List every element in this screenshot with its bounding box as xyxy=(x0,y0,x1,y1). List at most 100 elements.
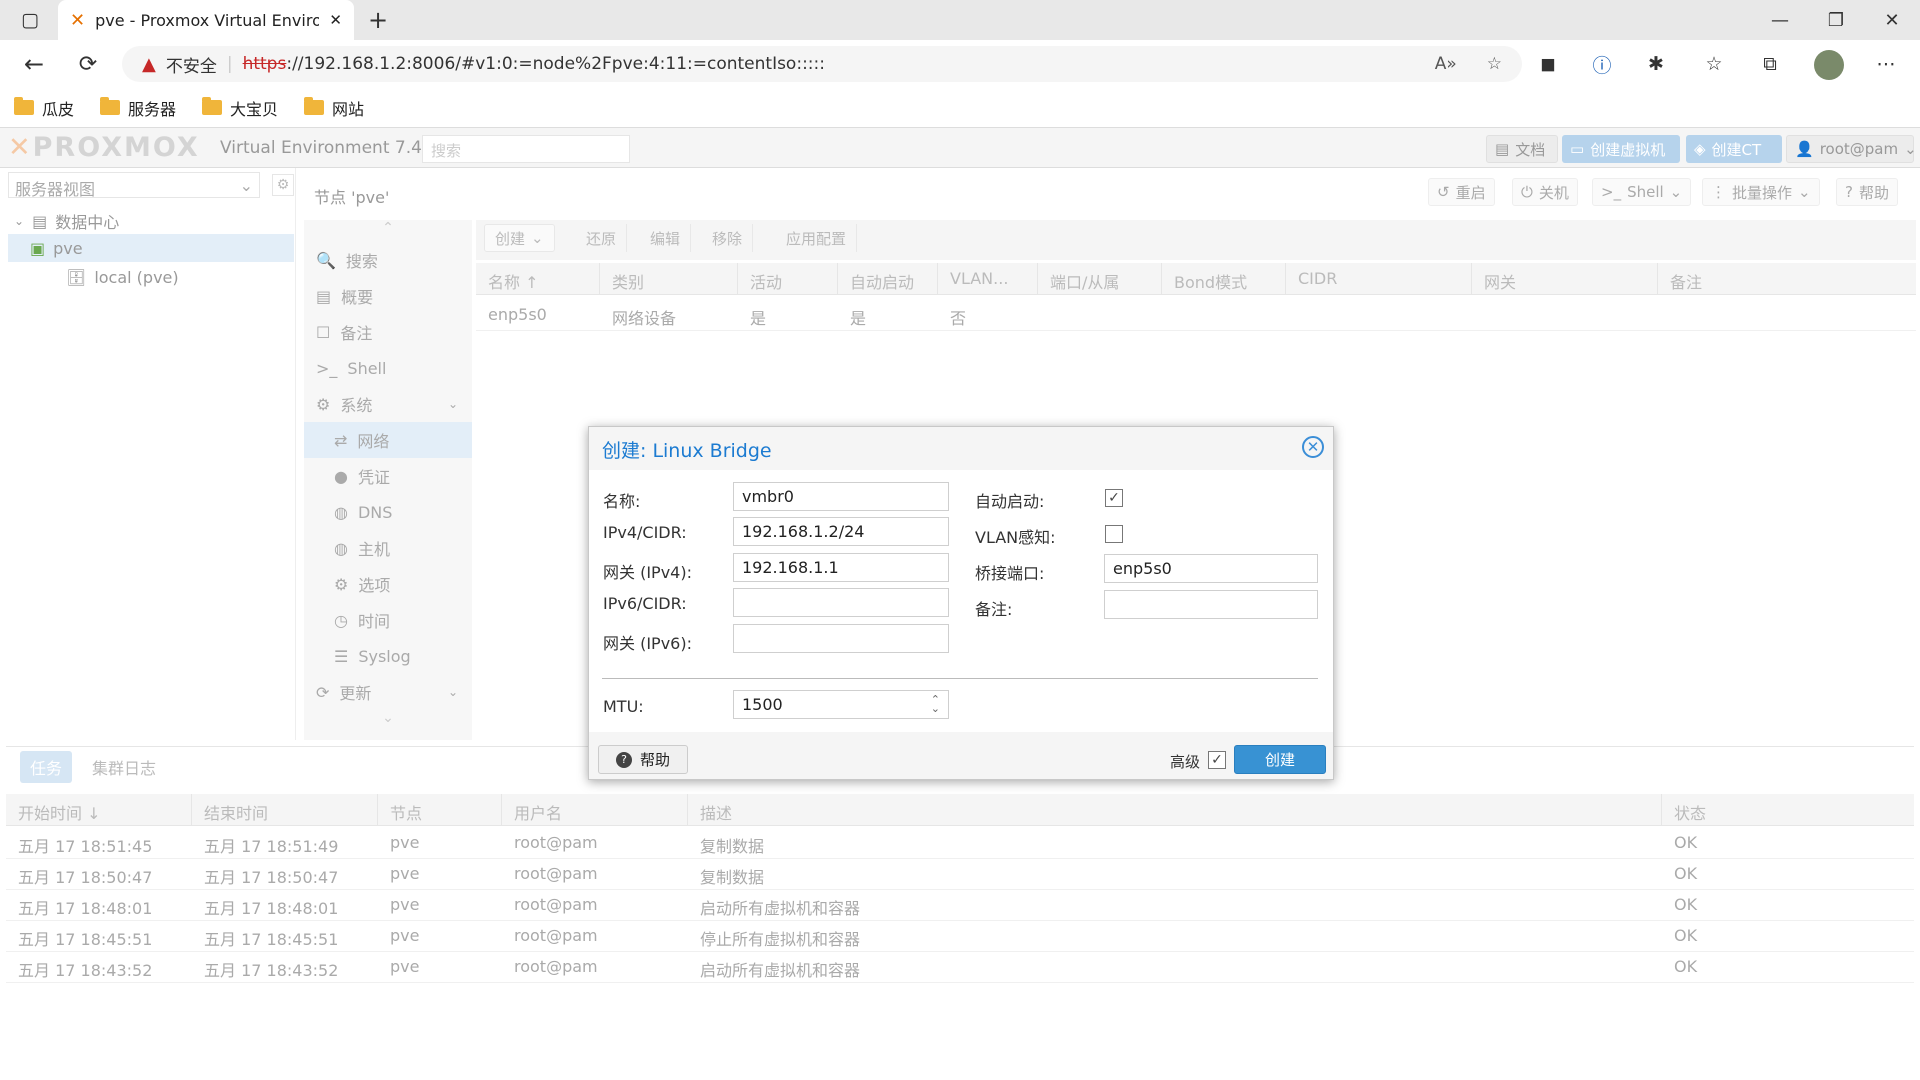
column-header[interactable]: 状态 xyxy=(1662,794,1914,825)
menu-item-shell[interactable]: >_ Shell xyxy=(304,350,472,386)
minimize-button[interactable]: — xyxy=(1752,0,1808,40)
menu-item-time[interactable]: ◷ 时间 xyxy=(304,602,472,638)
create-vm-button[interactable]: ▭ 创建虚拟机 xyxy=(1562,135,1680,163)
advanced-label: 高级 xyxy=(1170,753,1201,771)
remove-button[interactable]: 移除 xyxy=(702,224,754,252)
folder-icon xyxy=(304,97,325,115)
tab-actions-icon[interactable]: ▢ xyxy=(14,4,46,36)
password-manager-icon[interactable]: ⓘ xyxy=(1586,48,1618,80)
bookmark-folder[interactable]: 大宝贝 xyxy=(202,96,278,120)
new-tab-button[interactable]: + xyxy=(362,4,394,36)
vlan-aware-checkbox[interactable] xyxy=(1105,525,1123,543)
menu-item-system[interactable]: ⚙ 系统 ⌄ xyxy=(304,386,472,422)
extension-icon[interactable]: ◼ xyxy=(1532,48,1564,80)
ipv6-input[interactable] xyxy=(733,588,949,617)
menu-item-summary[interactable]: ▤ 概要 xyxy=(304,278,472,314)
bookmark-folder[interactable]: 网站 xyxy=(304,96,364,120)
table-row[interactable]: 五月 17 18:48:01 五月 17 18:48:01 pve root@pam 启… xyxy=(6,890,1914,921)
menu-item-search[interactable]: 🔍 搜索 xyxy=(304,242,472,278)
favorites-icon[interactable]: ☆ xyxy=(1698,48,1730,80)
autostart-checkbox[interactable]: ✓ xyxy=(1105,489,1123,507)
shutdown-button[interactable]: ⏻ 关机 xyxy=(1512,178,1578,206)
tree-item-pve[interactable]: ▣ pve xyxy=(8,234,294,262)
user-menu-button[interactable]: 👤 root@pam ⌄ xyxy=(1786,135,1917,163)
close-icon[interactable]: ✕ xyxy=(1302,436,1324,458)
menu-item-options[interactable]: ⚙ 选项 xyxy=(304,566,472,602)
menu-item-notes[interactable]: ☐ 备注 xyxy=(304,314,472,350)
browser-tab[interactable]: ✕ pve - Proxmox Virtual Environme ✕ xyxy=(58,0,354,40)
restore-button[interactable]: ❐ xyxy=(1808,0,1864,40)
column-header[interactable]: 备注 xyxy=(1658,263,1916,294)
mtu-stepper[interactable]: 1500 ⌃ ⌄ xyxy=(733,690,949,719)
revert-button[interactable]: 还原 xyxy=(576,224,628,252)
bridge-ports-input[interactable]: enp5s0 xyxy=(1104,554,1318,583)
tree-item-datacenter[interactable]: ⌄ ▤ 数据中心 xyxy=(14,207,119,235)
edit-button[interactable]: 编辑 xyxy=(640,224,692,252)
tree-item-local-storage[interactable]: 🗄 local (pve) xyxy=(66,263,179,291)
name-input[interactable]: vmbr0 xyxy=(733,482,949,511)
menu-item-syslog[interactable]: ☰ Syslog xyxy=(304,638,472,674)
menu-item-network[interactable]: ⇄ 网络 xyxy=(304,422,472,458)
bookmark-folder[interactable]: 瓜皮 xyxy=(14,96,74,120)
apply-config-button[interactable]: 应用配置 xyxy=(776,224,858,252)
column-header[interactable]: 活动 xyxy=(738,263,838,294)
column-header[interactable]: VLAN... xyxy=(938,263,1038,294)
scroll-up-icon[interactable]: ⌃ xyxy=(304,220,472,242)
create-menu-button[interactable]: 创建 ⌄ xyxy=(484,224,555,252)
column-header[interactable]: Bond模式 xyxy=(1162,263,1286,294)
create-ct-button[interactable]: ◈ 创建CT xyxy=(1686,135,1782,163)
table-row[interactable]: 五月 17 18:50:47 五月 17 18:50:47 pve root@pam 复… xyxy=(6,859,1914,890)
spinner-icon[interactable]: ⌃ ⌄ xyxy=(931,694,940,714)
url-field[interactable]: ▲ 不安全 | https://192.168.1.2:8006/#v1:0:=… xyxy=(122,46,1522,82)
column-header[interactable]: 网关 xyxy=(1472,263,1658,294)
more-menu-icon[interactable]: ⋯ xyxy=(1870,48,1902,80)
column-header[interactable]: 描述 xyxy=(688,794,1662,825)
create-button[interactable]: 创建 xyxy=(1234,745,1326,774)
comment-input[interactable] xyxy=(1104,590,1318,619)
bookmark-folder[interactable]: 服务器 xyxy=(100,96,176,120)
profile-avatar[interactable] xyxy=(1814,50,1844,80)
menu-label: 时间 xyxy=(357,612,390,631)
refresh-icon[interactable]: ⟳ xyxy=(72,48,104,80)
column-header[interactable]: 自动启动 xyxy=(838,263,938,294)
back-icon[interactable]: ← xyxy=(18,48,50,80)
extensions-puzzle-icon[interactable]: ✱ xyxy=(1640,48,1672,80)
gateway-ipv4-input[interactable]: 192.168.1.1 xyxy=(733,553,949,582)
table-row[interactable]: 五月 17 18:45:51 五月 17 18:45:51 pve root@pam 停… xyxy=(6,921,1914,952)
collections-icon[interactable]: ⧉ xyxy=(1754,48,1786,80)
table-row[interactable]: enp5s0 网络设备 是 是 否 xyxy=(476,297,1916,331)
tab-cluster-log[interactable]: 集群日志 xyxy=(82,751,166,783)
scroll-down-icon[interactable]: ⌄ xyxy=(304,710,472,732)
advanced-checkbox[interactable]: ✓ xyxy=(1208,751,1226,769)
docs-button[interactable]: ▤ 文档 xyxy=(1486,135,1558,163)
menu-item-hosts[interactable]: ◍ 主机 xyxy=(304,530,472,566)
bulk-actions-button[interactable]: ⋮ 批量操作 ⌄ xyxy=(1702,178,1820,206)
shell-button[interactable]: >_ Shell ⌄ xyxy=(1592,178,1692,206)
column-header[interactable]: 类别 xyxy=(600,263,738,294)
column-header[interactable]: 节点 xyxy=(378,794,502,825)
help-button[interactable]: ? 帮助 xyxy=(1836,178,1898,206)
favorite-add-icon[interactable]: ☆ xyxy=(1487,54,1502,74)
view-select[interactable]: 服务器视图 ⌄ xyxy=(8,172,260,199)
dialog-help-button[interactable]: ? 帮助 xyxy=(598,745,688,774)
ipv4-input[interactable]: 192.168.1.2/24 xyxy=(733,517,949,546)
table-row[interactable]: 五月 17 18:51:45 五月 17 18:51:49 pve root@pam 复… xyxy=(6,828,1914,859)
menu-item-certificates[interactable]: ● 凭证 xyxy=(304,458,472,494)
table-row[interactable]: 五月 17 18:43:52 五月 17 18:43:52 pve root@pam 启… xyxy=(6,952,1914,983)
gateway-ipv6-input[interactable] xyxy=(733,624,949,653)
column-header[interactable]: CIDR xyxy=(1286,263,1472,294)
tab-close-icon[interactable]: ✕ xyxy=(329,11,342,29)
gear-icon[interactable]: ⚙ xyxy=(272,174,294,196)
read-aloud-icon[interactable]: A» xyxy=(1435,54,1457,74)
menu-item-updates[interactable]: ⟳ 更新 ⌄ xyxy=(304,674,472,710)
column-header[interactable]: 名称 ↑ xyxy=(476,263,600,294)
tab-tasks[interactable]: 任务 xyxy=(20,751,73,783)
column-header[interactable]: 用户名 xyxy=(502,794,688,825)
menu-item-dns[interactable]: ◍ DNS xyxy=(304,494,472,530)
column-header[interactable]: 端口/从属 xyxy=(1038,263,1162,294)
close-window-button[interactable]: ✕ xyxy=(1864,0,1920,40)
column-header[interactable]: 结束时间 xyxy=(192,794,378,825)
search-input[interactable]: 搜索 xyxy=(422,135,630,163)
column-header[interactable]: 开始时间 ↓ xyxy=(6,794,192,825)
reboot-button[interactable]: ↺ 重启 xyxy=(1428,178,1495,206)
